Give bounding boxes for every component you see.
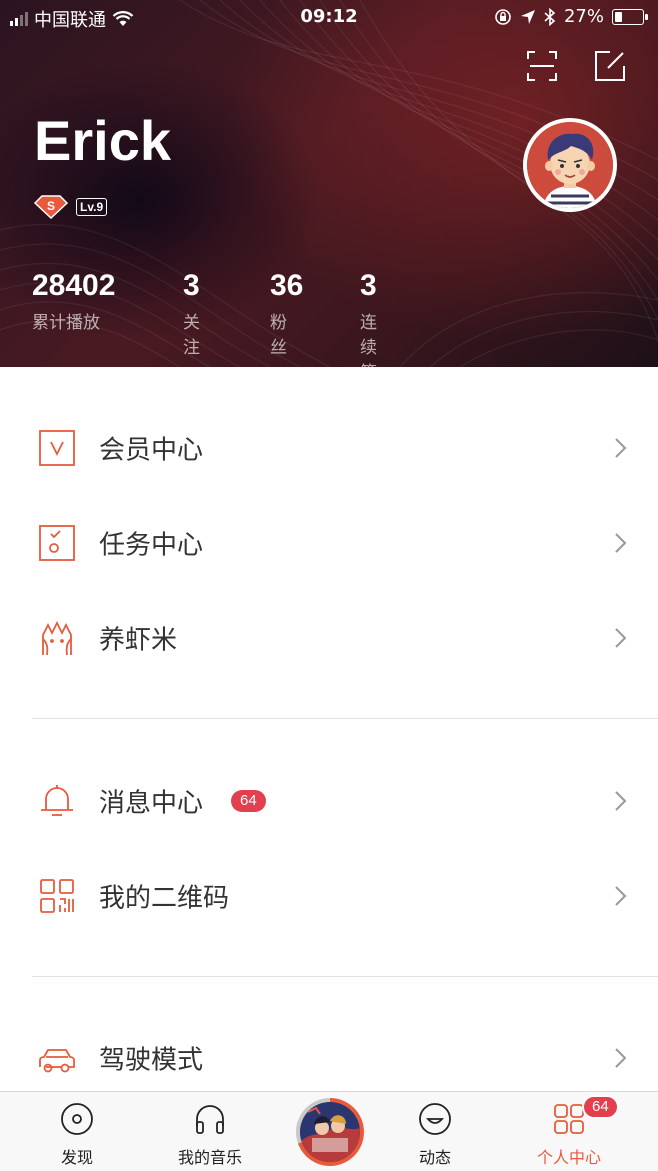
section-divider	[32, 718, 658, 719]
bluetooth-icon	[544, 7, 556, 26]
tab-activity[interactable]: 动态	[380, 1092, 490, 1171]
grid-icon	[554, 1104, 584, 1134]
qrcode-icon	[40, 878, 74, 913]
menu-item-label: 会员中心	[99, 435, 204, 465]
stat-plays[interactable]: 28402 累计播放	[32, 268, 115, 333]
album-art	[300, 1102, 360, 1162]
stat-label: 粉丝	[270, 313, 287, 358]
avatar-illustration	[527, 122, 613, 208]
edit-icon[interactable]	[594, 50, 626, 82]
tab-discover[interactable]: 发现	[22, 1092, 132, 1171]
battery-icon	[612, 8, 648, 25]
menu-item-raise-shrimp[interactable]: 养虾米	[0, 590, 658, 685]
stat-value: 36	[270, 269, 304, 302]
bell-icon	[41, 784, 73, 816]
tab-label: 个人中心	[536, 1148, 601, 1167]
level-badge[interactable]: Lv.9	[76, 198, 108, 216]
location-icon	[520, 9, 535, 24]
disc-icon	[61, 1103, 93, 1135]
stat-label: 连续签到	[360, 313, 377, 367]
menu-item-message-center[interactable]: 消息中心 64	[0, 753, 658, 848]
chevron-right-icon	[615, 790, 627, 811]
menu-item-label: 驾驶模式	[99, 1045, 204, 1075]
super-vip-badge-icon[interactable]: S	[34, 195, 68, 219]
album-cover	[300, 1102, 360, 1162]
now-playing-button[interactable]	[296, 1098, 364, 1166]
chevron-right-icon	[615, 437, 627, 458]
chevron-right-icon	[615, 532, 627, 553]
menu-item-qr-code[interactable]: 我的二维码	[0, 848, 658, 943]
stat-following[interactable]: 3 关注	[183, 268, 200, 358]
menu-item-label: 消息中心	[99, 788, 204, 818]
chevron-right-icon	[615, 1047, 627, 1068]
menu-item-label: 任务中心	[99, 530, 204, 560]
profile-header: 中国联通 09:12 27% Erick S Lv.9 28402 累计播放 3…	[0, 0, 658, 367]
shrimp-icon	[42, 620, 72, 655]
status-bar: 中国联通 09:12 27%	[0, 0, 658, 34]
chevron-right-icon	[615, 627, 627, 648]
menu-item-vip-center[interactable]: 会员中心	[0, 400, 658, 495]
avatar[interactable]	[523, 118, 617, 212]
tab-label: 发现	[60, 1148, 93, 1167]
user-badges: S Lv.9	[34, 195, 108, 219]
unread-count-badge: 64	[231, 789, 266, 812]
headphones-icon	[196, 1105, 224, 1134]
username: Erick	[34, 109, 171, 172]
smile-icon	[419, 1103, 451, 1135]
stat-label: 关注	[183, 313, 200, 358]
tab-label: 我的音乐	[177, 1148, 242, 1167]
scan-icon[interactable]	[526, 50, 558, 82]
chevron-right-icon	[615, 885, 627, 906]
stat-value: 3	[183, 269, 200, 302]
task-icon	[39, 524, 75, 561]
stat-label: 累计播放	[32, 313, 100, 333]
tab-my-music[interactable]: 我的音乐	[155, 1092, 265, 1171]
stat-followers[interactable]: 36 粉丝	[270, 268, 303, 358]
rotation-lock-icon	[495, 8, 511, 25]
car-icon	[39, 1048, 75, 1072]
section-divider	[32, 976, 658, 977]
menu-item-label: 养虾米	[99, 625, 178, 655]
stat-checkin[interactable]: 3 连续签到	[360, 268, 377, 367]
member-badge-letter: S	[47, 199, 55, 213]
status-right: 27%	[494, 6, 648, 27]
vip-icon	[39, 429, 75, 466]
stat-value: 3	[360, 269, 377, 302]
menu-item-task-center[interactable]: 任务中心	[0, 495, 658, 590]
stat-value: 28402	[32, 269, 116, 302]
battery-percent: 27%	[563, 6, 604, 27]
menu-item-label: 我的二维码	[99, 883, 230, 913]
profile-tab-badge: 64	[582, 1095, 619, 1119]
tab-label: 动态	[418, 1148, 451, 1167]
